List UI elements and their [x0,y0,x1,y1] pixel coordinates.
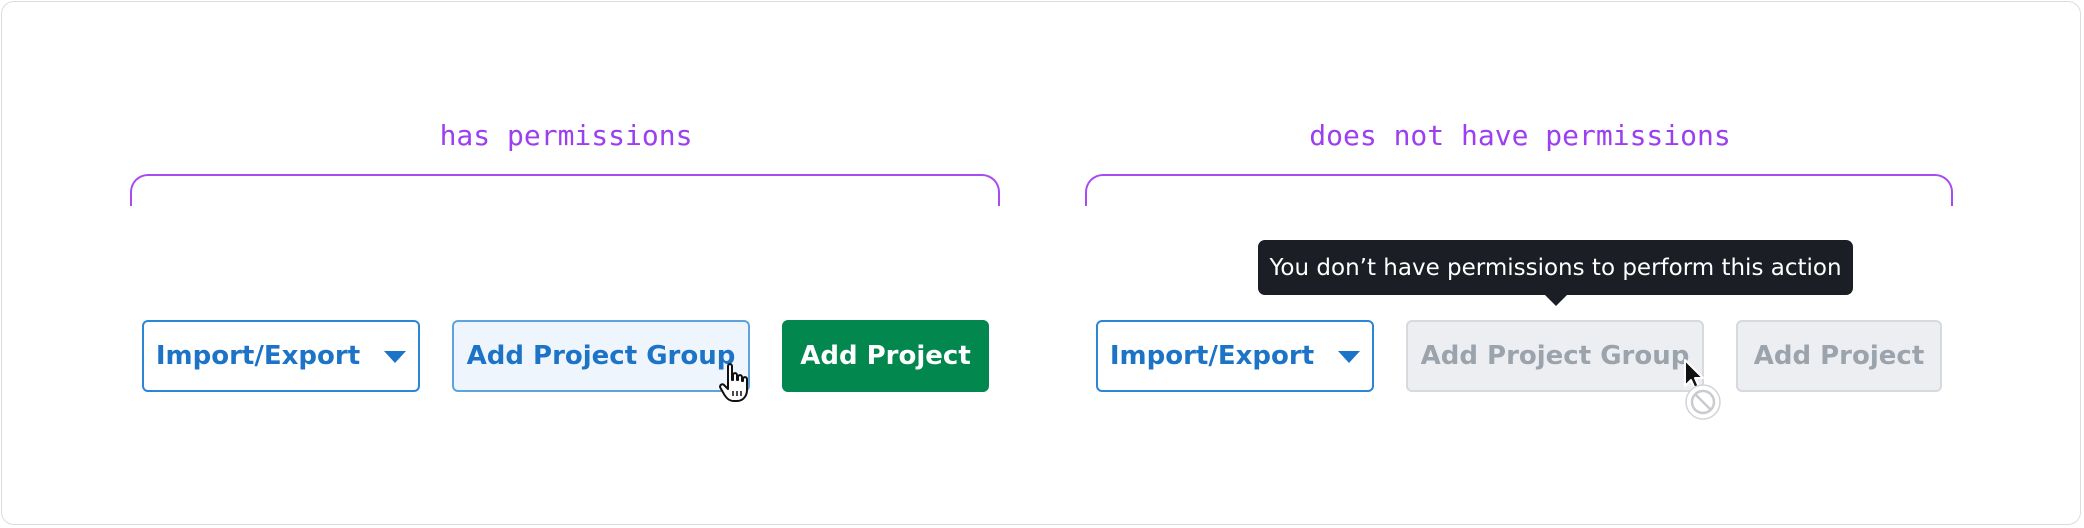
import-export-label: Import/Export [1109,341,1315,371]
add-project-group-button-disabled[interactable]: Add Project Group [1406,320,1704,392]
add-project-button[interactable]: Add Project [782,320,989,392]
not-allowed-cursor-icon [1684,359,1721,420]
add-project-group-label: Add Project Group [466,341,736,371]
import-export-button[interactable]: Import/Export [142,320,420,392]
has-permissions-bracket [130,174,1000,206]
add-project-group-label: Add Project Group [1420,341,1690,371]
caret-down-icon [384,351,407,363]
caret-down-icon [1338,351,1361,363]
add-project-button-disabled[interactable]: Add Project [1736,320,1942,392]
pointer-hand-icon [719,363,748,402]
tooltip-text: You don’t have permissions to perform th… [1269,254,1842,281]
no-permissions-label: does not have permissions [1309,119,1731,152]
import-export-label: Import/Export [155,341,361,371]
add-project-label: Add Project [1753,341,1925,371]
no-permissions-bracket [1085,174,1953,206]
import-export-button-restricted[interactable]: Import/Export [1096,320,1374,392]
permissions-tooltip: You don’t have permissions to perform th… [1258,240,1853,295]
add-project-group-button[interactable]: Add Project Group [452,320,750,392]
has-permissions-label: has permissions [439,119,693,152]
tooltip-arrow [1545,295,1567,306]
add-project-label: Add Project [800,341,971,371]
